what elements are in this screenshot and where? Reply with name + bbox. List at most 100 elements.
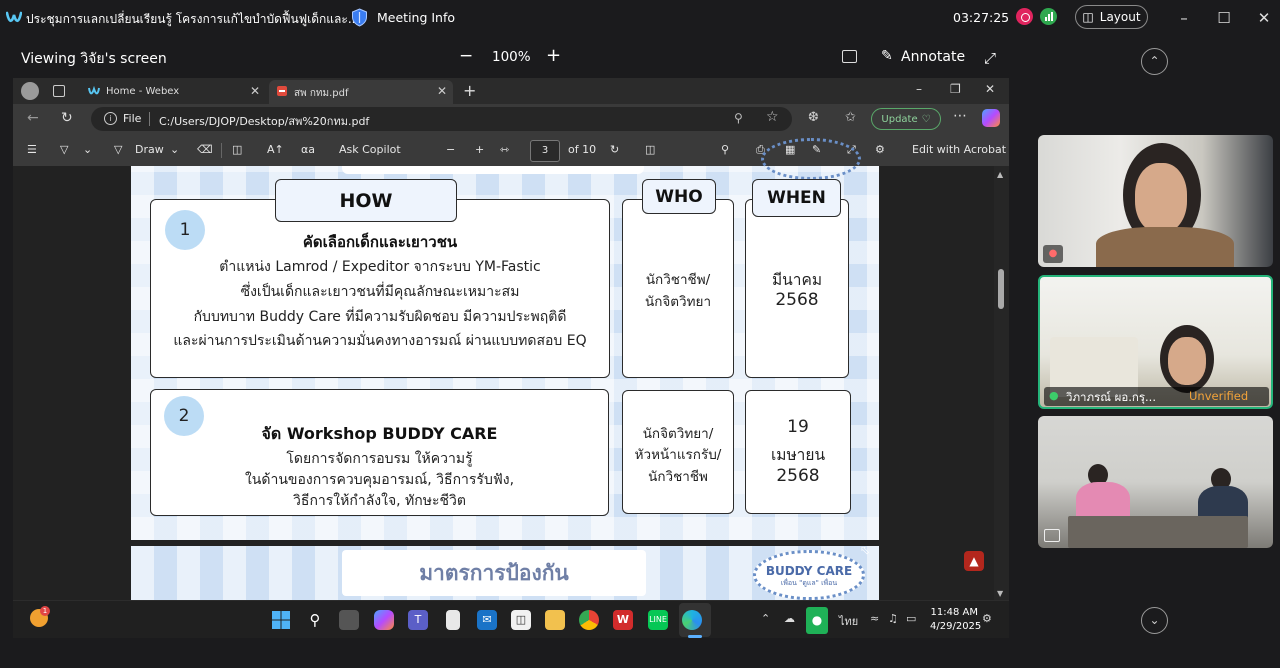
mail-icon[interactable]: ✉ bbox=[477, 610, 497, 630]
tab-webex-home[interactable]: Home - Webex ✕ bbox=[81, 80, 266, 104]
volume-icon[interactable]: ♫ bbox=[888, 612, 898, 625]
step-desc-line: ตำแหน่ง Lamrod / Expeditor จากระบบ YM-Fa… bbox=[219, 259, 541, 275]
search-icon[interactable]: ⚲ bbox=[721, 143, 729, 156]
participant-video-tile[interactable]: ● bbox=[1038, 135, 1273, 267]
extensions-icon[interactable]: ❆ bbox=[808, 110, 819, 125]
participant-video-tile-active[interactable]: ● วิภาภรณ์ ผอ.กรุ... Unverified bbox=[1038, 275, 1273, 409]
layout-icon: ◫ bbox=[1082, 10, 1094, 24]
buddy-care-logo: BUDDY CARE เพื่อน "ดูแล" เพื่อน bbox=[753, 550, 865, 600]
ask-copilot-button[interactable]: Ask Copilot bbox=[339, 143, 401, 156]
when-line: 2568 bbox=[776, 466, 820, 486]
page-number-input[interactable]: 3 bbox=[530, 140, 560, 162]
scroll-down-icon[interactable]: ▼ bbox=[997, 589, 1003, 598]
browser-close-icon[interactable]: ✕ bbox=[985, 82, 995, 96]
scroll-participants-down-icon[interactable]: ⌄ bbox=[1141, 607, 1168, 634]
zoom-out-button[interactable]: − bbox=[459, 46, 473, 66]
task-view-icon[interactable] bbox=[339, 610, 359, 630]
tray-app-icon[interactable]: ☁ bbox=[784, 612, 795, 625]
browser-address-bar: ← ↻ i File C:/Users/DJOP/Desktop/สพ%20กท… bbox=[13, 104, 1009, 134]
more-options-icon[interactable]: ⋯ bbox=[953, 108, 967, 124]
share-screen-icon[interactable] bbox=[842, 50, 857, 63]
zoom-out-pdf-icon[interactable]: − bbox=[446, 143, 455, 156]
file-explorer-icon[interactable] bbox=[545, 610, 565, 630]
url-text[interactable]: C:/Users/DJOP/Desktop/สพ%20กทม.pdf bbox=[159, 112, 369, 130]
draw-button[interactable]: Draw bbox=[135, 143, 164, 156]
start-windows-icon[interactable] bbox=[271, 610, 291, 630]
read-aloud-icon[interactable]: A↑ bbox=[267, 143, 284, 156]
rotate-icon[interactable]: ↻ bbox=[610, 143, 619, 156]
annotate-icon[interactable]: ✎ bbox=[881, 48, 893, 64]
store-icon[interactable]: ◫ bbox=[511, 610, 531, 630]
tab-pdf[interactable]: สพ กทม.pdf ✕ bbox=[269, 80, 453, 104]
zoom-in-button[interactable]: + bbox=[546, 45, 561, 66]
wifi-icon[interactable]: ≈ bbox=[870, 612, 879, 625]
page-view-icon[interactable]: ◫ bbox=[645, 143, 655, 156]
browser-minimize-icon[interactable]: – bbox=[916, 82, 922, 96]
edit-with-acrobat-button[interactable]: Edit with Acrobat bbox=[912, 143, 1006, 156]
tab-label: สพ กทม.pdf bbox=[294, 88, 349, 99]
recording-icon[interactable] bbox=[1016, 8, 1033, 25]
back-icon[interactable]: ← bbox=[27, 110, 39, 126]
file-scheme-label: File bbox=[123, 112, 142, 125]
wps-icon[interactable]: W bbox=[613, 610, 633, 630]
chevron-down-icon[interactable]: ⌄ bbox=[170, 143, 179, 156]
pdf-viewer[interactable]: HOW WHO WHEN 1 คัดเลือกเด็กและเยาวชน ตำแ… bbox=[13, 138, 1009, 600]
close-icon[interactable]: ✕ bbox=[1254, 8, 1274, 28]
meeting-info-button[interactable]: Meeting Info bbox=[377, 10, 455, 25]
shield-icon[interactable] bbox=[351, 8, 368, 27]
update-heart-icon: ♡ bbox=[921, 113, 931, 125]
teams-icon[interactable]: T bbox=[408, 610, 428, 630]
refresh-icon[interactable]: ↻ bbox=[61, 110, 73, 126]
fullscreen-icon[interactable]: ⤢ bbox=[984, 49, 996, 67]
annotate-button[interactable]: Annotate bbox=[901, 49, 965, 65]
participant-video-tile[interactable] bbox=[1038, 416, 1273, 548]
zoom-indicator-icon[interactable]: ⚲ bbox=[734, 111, 743, 125]
copilot-taskbar-icon[interactable] bbox=[374, 610, 394, 630]
scroll-up-icon[interactable]: ▲ bbox=[997, 170, 1003, 179]
highlight-icon[interactable]: ▽ bbox=[60, 143, 68, 156]
when-line: เมษายน bbox=[770, 446, 826, 464]
info-icon[interactable]: i bbox=[104, 112, 117, 125]
draw-icon[interactable]: ▽ bbox=[114, 143, 122, 156]
new-tab-icon[interactable]: + bbox=[463, 81, 476, 100]
layout-button[interactable]: ◫ Layout bbox=[1075, 5, 1148, 29]
close-tab-icon[interactable]: ✕ bbox=[250, 84, 260, 98]
favorite-star-icon[interactable]: ☆ bbox=[766, 109, 779, 125]
pdf-scrollbar[interactable]: ▲ ▼ bbox=[994, 166, 1009, 600]
scroll-participants-up-icon[interactable]: ⌃ bbox=[1141, 48, 1168, 75]
profile-avatar[interactable] bbox=[21, 82, 39, 100]
tray-overflow-icon[interactable]: ⌃ bbox=[761, 612, 770, 625]
language-indicator[interactable]: ไทย bbox=[839, 612, 858, 630]
edge-icon[interactable] bbox=[682, 610, 702, 630]
taskbar-time[interactable]: 11:48 AM bbox=[930, 607, 978, 618]
fit-page-icon[interactable]: ⇿ bbox=[500, 143, 509, 156]
acrobat-icon[interactable]: ▲ bbox=[964, 551, 984, 571]
scroll-thumb[interactable] bbox=[998, 269, 1004, 309]
minimize-icon[interactable]: – bbox=[1174, 8, 1194, 28]
browser-restore-icon[interactable]: ❐ bbox=[950, 82, 961, 96]
eraser-icon[interactable]: ⌫ bbox=[197, 143, 213, 156]
tab-actions-icon[interactable] bbox=[53, 85, 65, 97]
settings-gear-icon[interactable]: ⚙ bbox=[875, 143, 885, 156]
favorites-icon[interactable]: ✩ bbox=[845, 110, 856, 125]
close-tab-icon[interactable]: ✕ bbox=[437, 84, 447, 98]
notification-bell-icon[interactable]: ⚙ bbox=[982, 612, 992, 625]
microphone-icon[interactable]: ● bbox=[806, 607, 828, 634]
zoom-in-pdf-icon[interactable]: + bbox=[475, 143, 484, 156]
taskbar-date[interactable]: 4/29/2025 bbox=[930, 621, 981, 632]
update-button[interactable]: Update ♡ bbox=[871, 108, 941, 130]
battery-icon[interactable]: ▭ bbox=[906, 612, 916, 625]
copilot-icon[interactable] bbox=[982, 109, 1000, 127]
chevron-down-icon[interactable]: ⌄ bbox=[83, 143, 92, 156]
text-box-icon[interactable]: ◫ bbox=[232, 143, 242, 156]
line-app-icon[interactable]: LINE bbox=[648, 610, 668, 630]
address-field[interactable]: i File C:/Users/DJOP/Desktop/สพ%20กทม.pd… bbox=[91, 107, 792, 131]
search-taskbar-icon[interactable]: ⚲ bbox=[305, 610, 325, 630]
notepad-icon[interactable] bbox=[446, 610, 460, 630]
contents-icon[interactable]: ☰ bbox=[27, 143, 37, 156]
translate-icon[interactable]: αа bbox=[301, 143, 315, 156]
step-desc-line: และผ่านการประเมินด้านความมั่นคงทางอารมณ์… bbox=[173, 333, 587, 349]
chrome-icon[interactable] bbox=[579, 610, 599, 630]
network-health-icon[interactable] bbox=[1040, 8, 1057, 25]
maximize-icon[interactable]: ☐ bbox=[1214, 8, 1234, 28]
